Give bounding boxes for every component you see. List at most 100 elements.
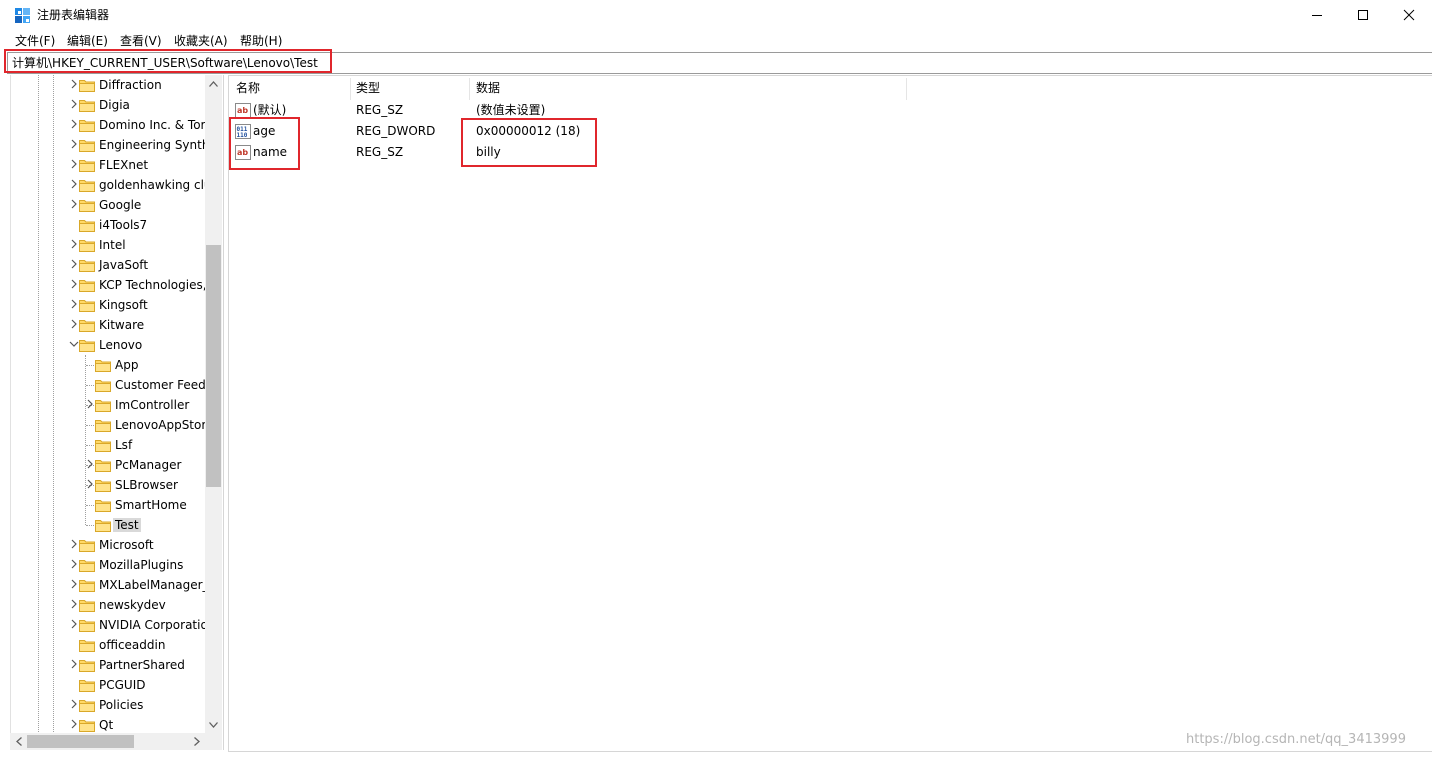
tree-node-pcmanager[interactable]: PcManager (11, 455, 223, 475)
tree-node-microsoft[interactable]: Microsoft (11, 535, 223, 555)
tree-vertical-scroll-thumb[interactable] (206, 245, 221, 487)
tree-node-lsf[interactable]: Lsf (11, 435, 223, 455)
menu-view[interactable]: 查看(V) (120, 33, 162, 49)
tree-node-mxlabelmanager[interactable]: MXLabelManager_ (11, 575, 223, 595)
menu-favorites[interactable]: 收藏夹(A) (174, 33, 228, 49)
tree-node-flexnet[interactable]: FLEXnet (11, 155, 223, 175)
tree-node-pcguid[interactable]: PCGUID (11, 675, 223, 695)
chevron-right-icon[interactable] (69, 239, 79, 249)
tree-node-customer-feedb[interactable]: Customer Feedb (11, 375, 223, 395)
chevron-right-icon[interactable] (69, 579, 79, 589)
tree-node-label: PCGUID (99, 678, 146, 692)
folder-icon (79, 720, 95, 732)
value-row-default[interactable]: ab (默认) REG_SZ (数值未设置) (229, 100, 1129, 121)
column-header-data[interactable]: 数据 (476, 81, 500, 95)
tree-vertical-scrollbar[interactable] (205, 75, 222, 733)
menu-edit[interactable]: 编辑(E) (67, 33, 108, 49)
tree-node-digia[interactable]: Digia (11, 95, 223, 115)
values-list[interactable]: 名称 类型 数据 ab (默认) REG_SZ (数值未设置) 011 110 … (228, 75, 1432, 752)
folder-icon (95, 420, 111, 432)
chevron-right-icon[interactable] (85, 399, 95, 409)
tree-node-test[interactable]: Test (11, 515, 223, 535)
maximize-button[interactable] (1340, 0, 1386, 30)
tree-node-policies[interactable]: Policies (11, 695, 223, 715)
tree-node-kitware[interactable]: Kitware (11, 315, 223, 335)
chevron-right-icon[interactable] (69, 699, 79, 709)
folder-icon (79, 200, 95, 212)
tree-node-label: JavaSoft (99, 258, 149, 272)
chevron-down-icon[interactable] (69, 339, 79, 349)
value-row-name[interactable]: ab name REG_SZ billy (229, 142, 1129, 163)
folder-icon (79, 620, 95, 632)
chevron-right-icon[interactable] (69, 299, 79, 309)
tree-node-lenovoappstor[interactable]: LenovoAppStor (11, 415, 223, 435)
tree-node-label: FLEXnet (99, 158, 149, 172)
minimize-button[interactable] (1294, 0, 1340, 30)
scroll-down-arrow[interactable] (205, 716, 222, 733)
chevron-right-icon[interactable] (69, 199, 79, 209)
tree-node-kcp-technologies[interactable]: KCP Technologies, (11, 275, 223, 295)
chevron-right-icon[interactable] (69, 559, 79, 569)
column-header-name[interactable]: 名称 (236, 81, 260, 95)
tree-node-imcontroller[interactable]: ImController (11, 395, 223, 415)
title-bar[interactable]: 注册表编辑器 (0, 0, 1432, 30)
tree-node-newskydev[interactable]: newskydev (11, 595, 223, 615)
tree-node-lenovo[interactable]: Lenovo (11, 335, 223, 355)
tree-node-label: Domino Inc. & Tor (99, 118, 206, 132)
chevron-right-icon[interactable] (69, 159, 79, 169)
chevron-right-icon[interactable] (69, 659, 79, 669)
tree-horizontal-scrollbar[interactable] (10, 733, 205, 750)
tree-node-engineering-synthe[interactable]: Engineering Synthe (11, 135, 223, 155)
tree-node-label: Diffraction (99, 78, 162, 92)
key-tree[interactable]: Diffraction Digia Domino Inc. & Tor Enginee… (10, 75, 224, 750)
chevron-right-icon[interactable] (69, 259, 79, 269)
value-data: (数值未设置) (476, 103, 546, 117)
tree-node-nvidia-corporatio[interactable]: NVIDIA Corporatio (11, 615, 223, 635)
tree-node-app[interactable]: App (11, 355, 223, 375)
tree-node-smarthome[interactable]: SmartHome (11, 495, 223, 515)
value-row-age[interactable]: 011 110 age REG_DWORD 0x00000012 (18) (229, 121, 1129, 142)
folder-icon (95, 460, 111, 472)
menu-help[interactable]: 帮助(H) (240, 33, 282, 49)
chevron-right-icon[interactable] (85, 459, 95, 469)
chevron-right-icon[interactable] (69, 79, 79, 89)
tree-node-i4tools7[interactable]: i4Tools7 (11, 215, 223, 235)
tree-node-goldenhawking-clu[interactable]: goldenhawking clu (11, 175, 223, 195)
tree-node-diffraction[interactable]: Diffraction (11, 75, 223, 95)
tree-node-domino-inc-tor[interactable]: Domino Inc. & Tor (11, 115, 223, 135)
tree-horizontal-scroll-thumb[interactable] (27, 735, 134, 748)
chevron-right-icon[interactable] (69, 539, 79, 549)
scroll-left-arrow[interactable] (10, 733, 27, 750)
chevron-right-icon[interactable] (69, 139, 79, 149)
chevron-right-icon[interactable] (69, 179, 79, 189)
tree-node-qt[interactable]: Qt (11, 715, 223, 735)
chevron-right-icon[interactable] (69, 599, 79, 609)
chevron-right-icon[interactable] (69, 319, 79, 329)
column-separator[interactable] (906, 78, 907, 100)
tree-node-label: SLBrowser (115, 478, 178, 492)
scroll-right-arrow[interactable] (188, 733, 205, 750)
close-button[interactable] (1386, 0, 1432, 30)
folder-icon (95, 360, 111, 372)
tree-node-google[interactable]: Google (11, 195, 223, 215)
tree-node-partnershared[interactable]: PartnerShared (11, 655, 223, 675)
column-separator[interactable] (350, 78, 351, 100)
chevron-right-icon[interactable] (69, 119, 79, 129)
column-separator[interactable] (469, 78, 470, 100)
tree-node-mozillaplugins[interactable]: MozillaPlugins (11, 555, 223, 575)
tree-node-javasoft[interactable]: JavaSoft (11, 255, 223, 275)
chevron-right-icon[interactable] (85, 479, 95, 489)
chevron-right-icon[interactable] (69, 279, 79, 289)
maximize-icon (1358, 10, 1368, 20)
tree-node-kingsoft[interactable]: Kingsoft (11, 295, 223, 315)
scroll-up-arrow[interactable] (205, 75, 222, 92)
chevron-right-icon[interactable] (69, 99, 79, 109)
chevron-right-icon[interactable] (69, 719, 79, 729)
menu-file[interactable]: 文件(F) (15, 33, 55, 49)
folder-icon (79, 260, 95, 272)
chevron-right-icon[interactable] (69, 619, 79, 629)
tree-node-officeaddin[interactable]: officeaddin (11, 635, 223, 655)
tree-node-slbrowser[interactable]: SLBrowser (11, 475, 223, 495)
tree-node-intel[interactable]: Intel (11, 235, 223, 255)
column-header-type[interactable]: 类型 (356, 81, 380, 95)
